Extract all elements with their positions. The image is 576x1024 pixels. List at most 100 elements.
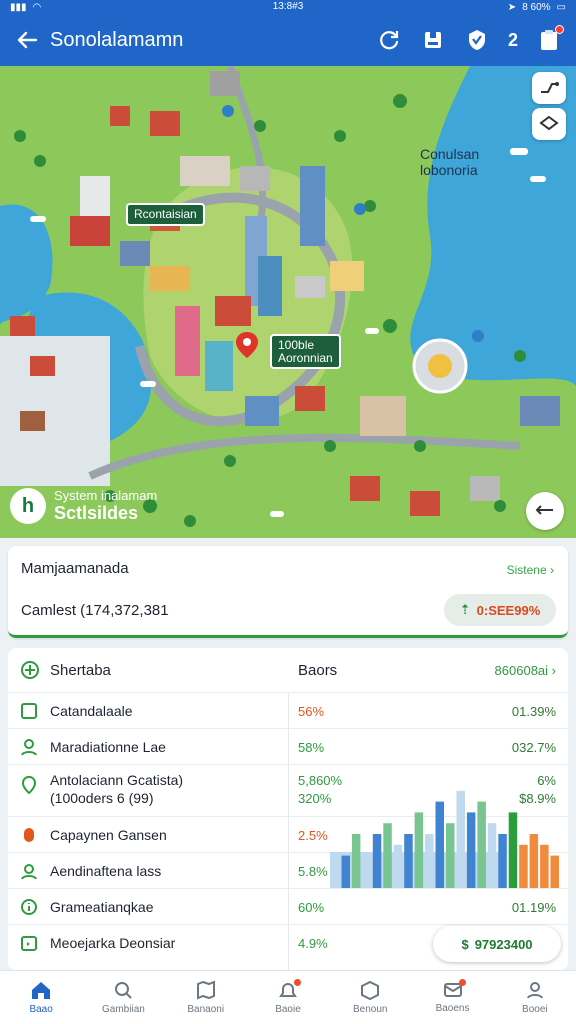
location-pin-label[interactable]: 100ble Aoronnian (270, 334, 341, 370)
notification-count: 2 (507, 29, 518, 50)
row-value: 58% (298, 740, 325, 755)
total-pill[interactable]: $ 97923400 (433, 926, 561, 962)
profile-icon (526, 982, 543, 999)
map-status-line1: System inalamam (54, 488, 158, 503)
route-icon[interactable] (532, 72, 566, 104)
row-label: Capaynen Gansen (50, 827, 167, 843)
nav-item-search[interactable]: Gambiian (82, 971, 164, 1024)
nav-item-map[interactable]: Banaoni (165, 971, 247, 1024)
nav-label: Benoun (353, 1004, 388, 1015)
location-icon (20, 775, 38, 800)
nav-item-mail[interactable]: Baoens (411, 971, 493, 1024)
nav-item-alert[interactable]: Baoie (247, 971, 329, 1024)
summary-card: Mamjaamanada Sistene › Camlest (174,372,… (8, 546, 568, 638)
row-value: 56% (298, 704, 325, 719)
search-icon (115, 982, 133, 999)
clipboard-icon[interactable] (536, 25, 564, 53)
nav-label: Baoens (435, 1003, 470, 1014)
row-label: Maradiationne Lae (50, 739, 166, 755)
chart-bar (435, 801, 444, 888)
nav-item-profile[interactable]: Booei (494, 971, 576, 1024)
save-icon[interactable] (420, 27, 446, 53)
user-icon (20, 862, 38, 885)
row-label: Antolaciann Gcatista) (100oders 6 (99) (50, 772, 184, 806)
nav-label: Gambiian (102, 1004, 145, 1015)
nav-label: Banaoni (187, 1004, 225, 1015)
map-illustration (0, 66, 576, 538)
map-status[interactable]: h System inalamam Sctlsildes (10, 488, 157, 524)
nav-label: Booei (522, 1004, 548, 1015)
system-status-icon: h (10, 488, 46, 524)
chart-svg (330, 790, 559, 888)
nav-item-home[interactable]: Baao (0, 971, 82, 1024)
chart-bar (508, 812, 518, 888)
stats-header: Shertaba Baors 860608ai › (8, 648, 568, 692)
chart-bar (540, 844, 549, 888)
chart-bar (498, 834, 507, 888)
toolbar: Sonolalamamn 2 (0, 14, 576, 66)
currency-icon: $ (461, 936, 469, 952)
calendar-icon (20, 934, 38, 957)
district-label[interactable]: Rcontaisian (126, 203, 205, 226)
map-icon (196, 980, 215, 1000)
app-bar: ▮▮▮ ◠ 13:8#3 ➤ 8 60% ▭ Sonolalamamn 2 (0, 0, 576, 66)
summary-pill[interactable]: ⇡ 0:SEE99% (444, 594, 556, 626)
summary-link-label: Sistene (506, 563, 547, 577)
map-status-line2: Sctlsildes (54, 503, 139, 523)
stats-header-icon (20, 660, 40, 685)
row-value: 5.8% (298, 864, 328, 879)
box-icon (361, 980, 380, 1000)
stats-header-label: Shertaba (50, 662, 111, 679)
row-label: Aendinaftena lass (50, 863, 162, 879)
chart-bar (331, 866, 340, 888)
back-arrow-icon[interactable] (14, 27, 40, 53)
chart-bar (477, 801, 486, 888)
row-change: 032.7% (511, 740, 556, 755)
status-bar: ▮▮▮ ◠ 13:8#3 ➤ 8 60% ▭ (0, 0, 576, 14)
table-row[interactable]: Maradiationne Lae 58% 032.7% (8, 728, 568, 764)
nav-label: Baao (29, 1004, 53, 1015)
summary-heading: Mamjaamanada (21, 560, 129, 577)
tag-icon (20, 826, 38, 849)
chart-bar (519, 844, 528, 888)
chart-bar (446, 823, 455, 888)
chart-bar (362, 866, 371, 888)
summary-link[interactable]: Sistene › (507, 563, 554, 577)
row-change: 01.19% (511, 900, 556, 915)
map-view[interactable]: Conulsan lobonoria Rcontaisian 100ble Ao… (0, 66, 576, 538)
layers-icon[interactable] (532, 108, 566, 140)
row-change: 01.39% (511, 704, 556, 719)
recenter-icon[interactable] (526, 492, 564, 530)
chart-bar (425, 834, 434, 888)
refresh-icon[interactable] (376, 27, 402, 53)
chart-bar (414, 812, 424, 888)
row-value: 2.5% (298, 828, 328, 843)
chart-bar (550, 855, 559, 888)
row-label: Grameatianqkae (50, 899, 154, 915)
table-row[interactable]: Catandalaale 56% 01.39% (8, 692, 568, 728)
table-row[interactable]: Grameatianqkae 60% 01.19% (8, 888, 568, 924)
info-icon (20, 898, 38, 921)
chart-bar (404, 834, 413, 888)
person-icon (20, 738, 38, 761)
chart-bar (529, 834, 539, 888)
row-label: Catandalaale (50, 703, 133, 719)
chart-bar (487, 823, 497, 888)
stats-header-link[interactable]: 860608ai › (495, 663, 556, 678)
chart-bar (383, 823, 392, 888)
stats-header-link-label: 860608ai (494, 663, 549, 678)
status-time: 13:8#3 (272, 1, 304, 12)
chart-bar (372, 834, 382, 888)
row-label: Meoejarka Deonsiar (50, 935, 176, 951)
chart-bar (393, 844, 403, 888)
shield-icon[interactable] (464, 27, 490, 53)
nav-badge-dot (458, 979, 466, 986)
clipboard-badge (555, 25, 564, 34)
chart-bar (351, 834, 361, 888)
chevron-right-icon: › (550, 563, 554, 577)
home-icon (32, 982, 51, 999)
map-status-text: System inalamam Sctlsildes (54, 488, 157, 524)
trend-up-icon: ⇡ (459, 602, 471, 617)
nav-item-box[interactable]: Benoun (329, 971, 411, 1024)
nav-label: Baoie (275, 1004, 301, 1015)
